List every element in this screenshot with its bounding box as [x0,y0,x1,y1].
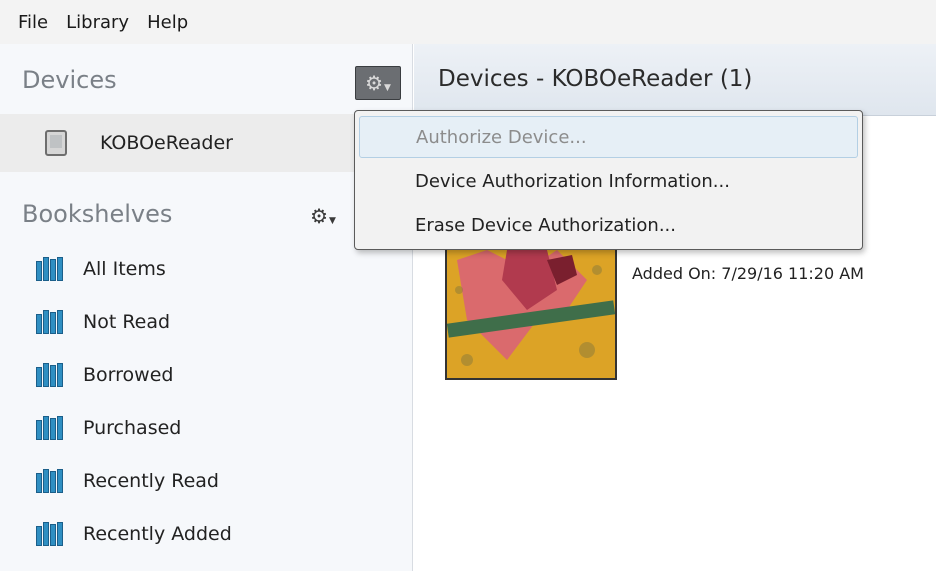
menu-item-device-authorization-information[interactable]: Device Authorization Information... [359,160,858,202]
sidebar-item-borrowed[interactable]: Borrowed [36,355,173,395]
main-header: Devices - KOBOeReader (1) [414,44,936,116]
bookshelf-icon [36,469,64,493]
menu-item-authorize-device[interactable]: Authorize Device... [359,116,858,158]
sidebar: Devices ⚙ ▼ KOBOeReader Bookshelves ⚙ ▼ … [0,44,413,571]
sidebar-item-label: Purchased [83,417,182,439]
menu-item-erase-device-authorization[interactable]: Erase Device Authorization... [359,204,858,246]
gear-icon: ⚙ [365,71,383,95]
chevron-down-icon: ▼ [384,82,391,93]
sidebar-item-koboereader[interactable]: KOBOeReader [0,114,413,172]
sidebar-item-purchased[interactable]: Purchased [36,408,181,448]
sidebar-item-recently-added[interactable]: Recently Added [36,514,232,554]
chevron-down-icon: ▼ [329,215,336,226]
book-added-on: Added On: 7/29/16 11:20 AM [632,264,864,283]
bookshelf-icon [36,416,64,440]
bookshelves-gear-button[interactable]: ⚙ ▼ [300,199,346,233]
sidebar-item-label: Not Read [83,311,171,333]
sidebar-item-all-items[interactable]: All Items [36,249,166,289]
bookshelf-icon [36,522,64,546]
menu-library[interactable]: Library [66,12,129,33]
ereader-device-icon [45,130,67,156]
device-context-menu: Authorize Device... Device Authorization… [354,110,863,250]
devices-section-title: Devices [22,66,117,94]
bookshelf-icon [36,363,64,387]
sidebar-item-label: Borrowed [83,364,174,386]
menu-file[interactable]: File [18,12,48,33]
device-label: KOBOeReader [100,132,233,154]
bookshelf-icon [36,310,64,334]
menu-help[interactable]: Help [147,12,188,33]
menu-bar: File Library Help [0,0,936,44]
gear-icon: ⚙ [310,204,328,228]
book-cover[interactable] [445,248,617,380]
bookshelves-section-title: Bookshelves [22,200,173,228]
sidebar-item-recently-read[interactable]: Recently Read [36,461,219,501]
sidebar-item-not-read[interactable]: Not Read [36,302,170,342]
sidebar-item-label: Recently Added [83,523,232,545]
page-title: Devices - KOBOeReader (1) [438,66,753,92]
sidebar-item-label: Recently Read [83,470,219,492]
book-cover-art [447,250,615,378]
bookshelf-icon [36,257,64,281]
sidebar-item-label: All Items [83,258,166,280]
devices-gear-button[interactable]: ⚙ ▼ [355,66,401,100]
